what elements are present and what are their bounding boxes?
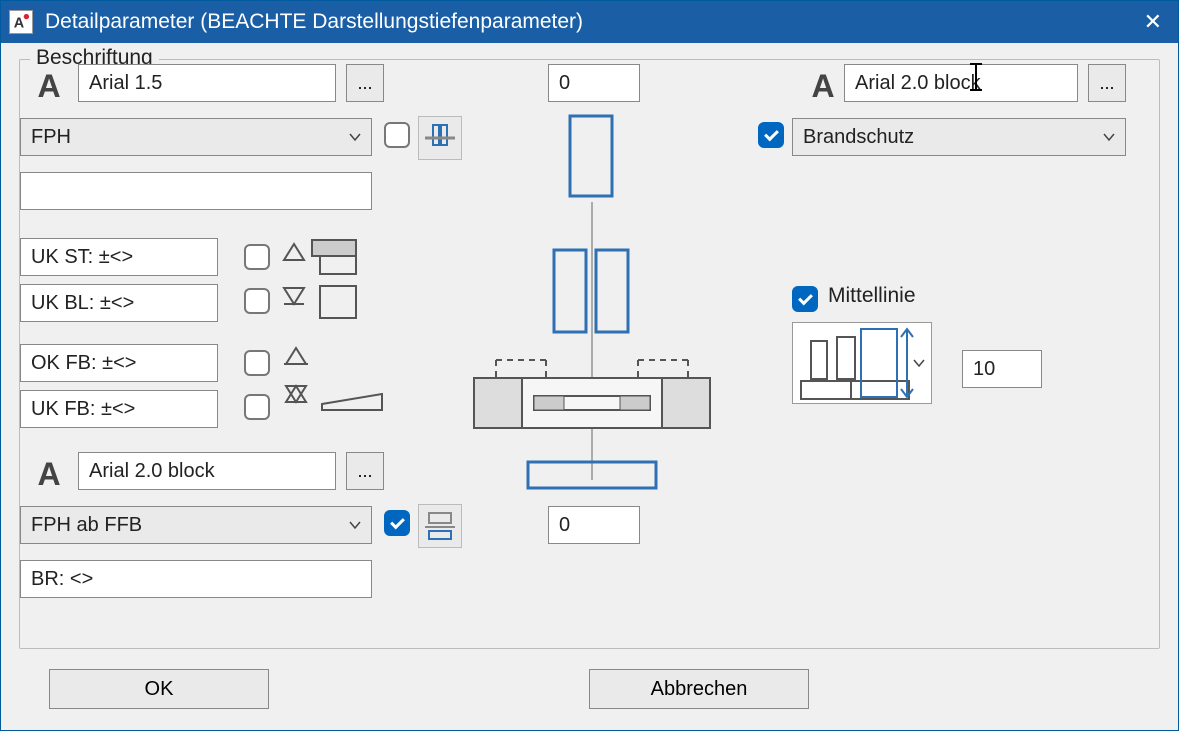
uk-bl-checkbox[interactable] (244, 288, 270, 314)
br-input[interactable] (20, 560, 372, 598)
font-input-right[interactable] (844, 64, 1078, 102)
chevron-down-icon (1103, 131, 1115, 143)
mittellinie-checkbox[interactable] (792, 286, 818, 312)
ok-fb-checkbox[interactable] (244, 350, 270, 376)
level-icon-1 (282, 238, 372, 283)
cancel-button[interactable]: Abbrechen (589, 669, 809, 709)
font-more-button-bottom[interactable]: ... (346, 452, 384, 490)
level-icon-4 (282, 380, 392, 425)
uk-st-checkbox[interactable] (244, 244, 270, 270)
mittellinie-value[interactable] (962, 350, 1042, 388)
fph-ffb-checkbox[interactable] (384, 510, 410, 536)
mittellinie-preview[interactable] (792, 322, 932, 404)
font-more-button-right[interactable]: ... (1088, 64, 1126, 102)
brandschutz-select[interactable]: Brandschutz (792, 118, 1126, 156)
ok-button[interactable]: OK (49, 669, 269, 709)
titlebar: A Detailparameter (BEACHTE Darstellungst… (1, 1, 1178, 43)
mittellinie-label: Mittellinie (828, 284, 916, 308)
uk-st-input[interactable] (20, 238, 218, 276)
plan-bottom-icon (423, 509, 457, 543)
content-area: Beschriftung A ... A ... FPH (1, 43, 1178, 730)
bottom-center-value[interactable] (548, 506, 640, 544)
fph-select-label: FPH (31, 126, 71, 149)
diagram-icon-button-2[interactable] (418, 504, 462, 548)
fph-ffb-select[interactable]: FPH ab FFB (20, 506, 372, 544)
fph-ffb-label: FPH ab FFB (31, 514, 142, 537)
plan-top-icon (423, 121, 457, 155)
chevron-down-icon (349, 131, 361, 143)
beschriftung-group: Beschriftung A ... A ... FPH (19, 59, 1160, 649)
brandschutz-label: Brandschutz (803, 126, 914, 149)
uk-fb-checkbox[interactable] (244, 394, 270, 420)
blank-input[interactable] (20, 172, 372, 210)
chevron-down-icon (349, 519, 361, 531)
fph-checkbox[interactable] (384, 122, 410, 148)
brandschutz-checkbox[interactable] (758, 122, 784, 148)
font-a-icon-bottom: A (32, 456, 66, 493)
close-button[interactable]: ✕ (1136, 9, 1170, 35)
ok-fb-input[interactable] (20, 344, 218, 382)
uk-fb-input[interactable] (20, 390, 218, 428)
fph-select[interactable]: FPH (20, 118, 372, 156)
center-schematic (458, 110, 726, 500)
diagram-icon-button-1[interactable] (418, 116, 462, 160)
uk-bl-input[interactable] (20, 284, 218, 322)
font-input-left[interactable] (78, 64, 336, 102)
button-bar: OK Abbrechen (19, 663, 1160, 709)
top-center-value[interactable] (548, 64, 640, 102)
dialog-window: A Detailparameter (BEACHTE Darstellungst… (0, 0, 1179, 731)
window-title: Detailparameter (BEACHTE Darstellungstie… (45, 10, 1136, 34)
level-icon-2 (282, 282, 372, 327)
chevron-down-icon (913, 357, 925, 369)
svg-text:A: A (14, 15, 25, 31)
font-a-icon-right: A (806, 68, 840, 105)
app-icon: A (9, 10, 33, 34)
font-a-icon-left: A (32, 68, 66, 105)
font-input-bottom[interactable] (78, 452, 336, 490)
font-more-button-left[interactable]: ... (346, 64, 384, 102)
level-icon-3 (282, 344, 312, 379)
